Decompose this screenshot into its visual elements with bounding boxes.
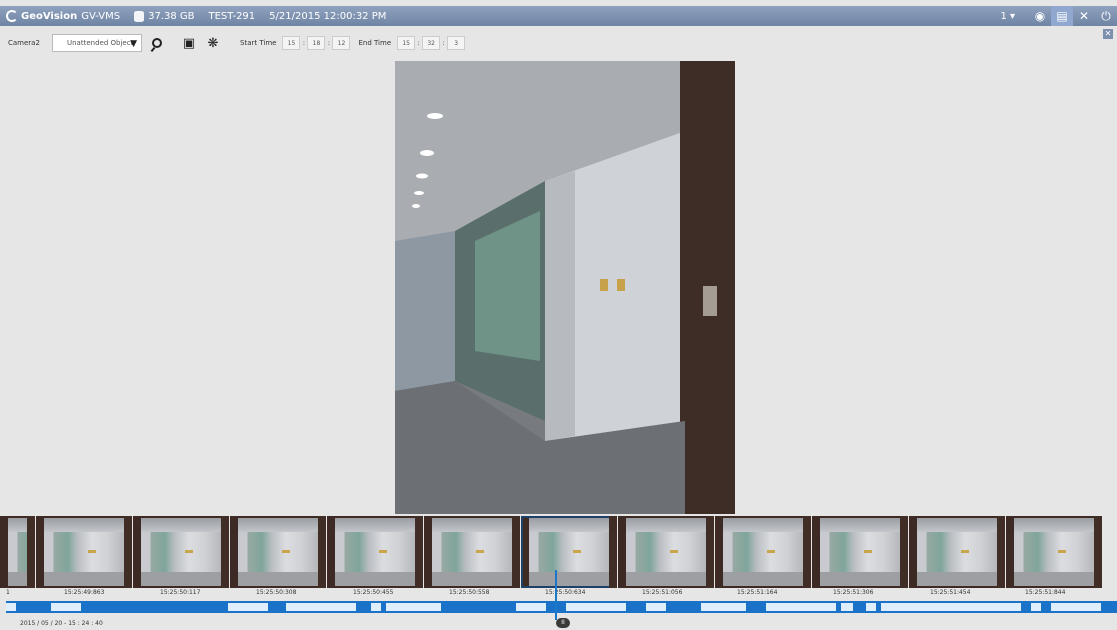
thumbnail-frame[interactable] [133, 516, 229, 588]
timeline-gap [6, 603, 16, 611]
thumbnail-timestamp: 15:25:49:863 [64, 589, 105, 596]
thumbnail-timestamp: 15:25:50:308 [256, 589, 297, 596]
timeline-gap [1051, 603, 1101, 611]
storage-info: 37.38 GB [134, 10, 195, 22]
thumbnail-frame[interactable] [230, 516, 326, 588]
thumbnail-timestamp: 15:25:50:634 [545, 589, 586, 596]
timeline-gap [881, 603, 901, 611]
thumbnail-frame[interactable] [521, 516, 617, 588]
object-type-dropdown[interactable]: Unattended Object ▼ [52, 34, 142, 52]
thumbnail-timestamps: 1 15:25:49:863 15:25:50:117 15:25:50:308 15:… [0, 589, 1117, 599]
timeline-gap [766, 603, 836, 611]
thumbnail-timestamp: 1 [6, 589, 10, 596]
playback-timeline[interactable] [6, 601, 1117, 613]
timeline-gap [516, 603, 546, 611]
thumbnail-timestamp: 15:25:50:117 [160, 589, 201, 596]
current-datetime: 5/21/2015 12:00:32 PM [269, 10, 387, 22]
thumbnail-timestamp: 15:25:51:844 [1025, 589, 1066, 596]
time-separator: : [417, 39, 420, 47]
tools-icon[interactable]: ✕ [1073, 6, 1095, 26]
timeline-gap [401, 603, 441, 611]
thumbnail-frame[interactable] [327, 516, 423, 588]
thumbnail-frame[interactable] [812, 516, 908, 588]
end-second-field[interactable]: 3 [447, 36, 466, 50]
timeline-gap [701, 603, 741, 611]
thumbnail-timestamp: 15:25:51:306 [833, 589, 874, 596]
timeline-gap [911, 603, 1021, 611]
search-icon[interactable] [148, 34, 166, 52]
timeline-gap [866, 603, 876, 611]
dropdown-arrow-icon: ▼ [130, 39, 137, 49]
start-hour-field[interactable]: 15 [282, 36, 301, 50]
thumbnail-timestamp: 15:25:50:558 [449, 589, 490, 596]
host-name: TEST-291 [208, 10, 256, 22]
thumbnail-strip [0, 516, 1117, 588]
timeline-gap [228, 603, 246, 611]
title-bar: GeoVision GV-VMS 37.38 GB TEST-291 5/21/… [0, 6, 1117, 26]
timeline-gap [901, 603, 911, 611]
thumbnail-frame[interactable] [36, 516, 132, 588]
timeline-gap [246, 603, 268, 611]
time-separator: : [302, 39, 306, 47]
settings-tools-icon[interactable]: ❋ [204, 34, 222, 52]
database-icon [134, 10, 145, 22]
search-toolbar: Camera2 Unattended Object ▼ ▣ ❋ Start Ti… [0, 30, 1100, 56]
thumbnail-timestamp: 15:25:51:056 [642, 589, 683, 596]
timeline-gap [1031, 603, 1041, 611]
display-icon[interactable]: ▣ [180, 34, 198, 52]
view-eye-icon[interactable]: ◉ [1029, 6, 1051, 26]
end-hour-field[interactable]: 15 [397, 36, 416, 50]
timeline-gap [841, 603, 853, 611]
thumbnail-frame[interactable] [715, 516, 811, 588]
thumbnail-frame[interactable] [909, 516, 1005, 588]
timeline-gap [566, 603, 626, 611]
camera-video-frame[interactable] [395, 61, 735, 514]
timeline-gap [646, 603, 666, 611]
timeline-gap [371, 603, 381, 611]
timeline-gap [51, 603, 81, 611]
brand-name: GeoVision [21, 10, 78, 22]
end-time-label: End Time [358, 39, 392, 47]
time-separator: : [442, 39, 445, 47]
power-icon[interactable]: ⏻ [1095, 6, 1117, 26]
thumbnail-frame[interactable] [424, 516, 520, 588]
thumbnail-frame[interactable] [618, 516, 714, 588]
timeline-gap [736, 603, 746, 611]
brand: GeoVision GV-VMS [0, 10, 120, 22]
thumbnail-frame[interactable] [0, 516, 35, 588]
thumbnail-frame[interactable] [1006, 516, 1102, 588]
save-icon[interactable]: ▤ [1051, 6, 1073, 26]
thumbnail-timestamp: 15:25:50:455 [353, 589, 394, 596]
corridor-image [395, 61, 735, 514]
timeline-date: 2015 / 05 / 20 - 15 : 24 : 40 [20, 620, 103, 627]
close-panel-icon[interactable]: ✕ [1103, 29, 1113, 39]
gv-vms-window: GeoVision GV-VMS 37.38 GB TEST-291 5/21/… [0, 0, 1117, 630]
app-name: GV-VMS [81, 10, 121, 22]
title-bar-controls: 1 ▾ ◉ ▤ ✕ ⏻ [1000, 6, 1117, 26]
storage-size: 37.38 GB [148, 10, 195, 22]
object-type-value: Unattended Object [67, 39, 134, 47]
start-minute-field[interactable]: 18 [307, 36, 326, 50]
thumbnail-timestamp: 15:25:51:164 [737, 589, 778, 596]
camera-label: Camera2 [8, 39, 40, 47]
timeline-gap [286, 603, 356, 611]
time-separator: : [327, 39, 331, 47]
end-minute-field[interactable]: 32 [422, 36, 441, 50]
start-second-field[interactable]: 12 [332, 36, 351, 50]
thumbnail-timestamp: 15:25:51:454 [930, 589, 971, 596]
geovision-logo-icon [6, 10, 18, 22]
timeline-position-marker[interactable] [555, 570, 557, 620]
start-time-label: Start Time [240, 39, 277, 47]
pause-icon[interactable]: II [556, 618, 570, 628]
layout-select[interactable]: 1 ▾ [1000, 11, 1015, 22]
